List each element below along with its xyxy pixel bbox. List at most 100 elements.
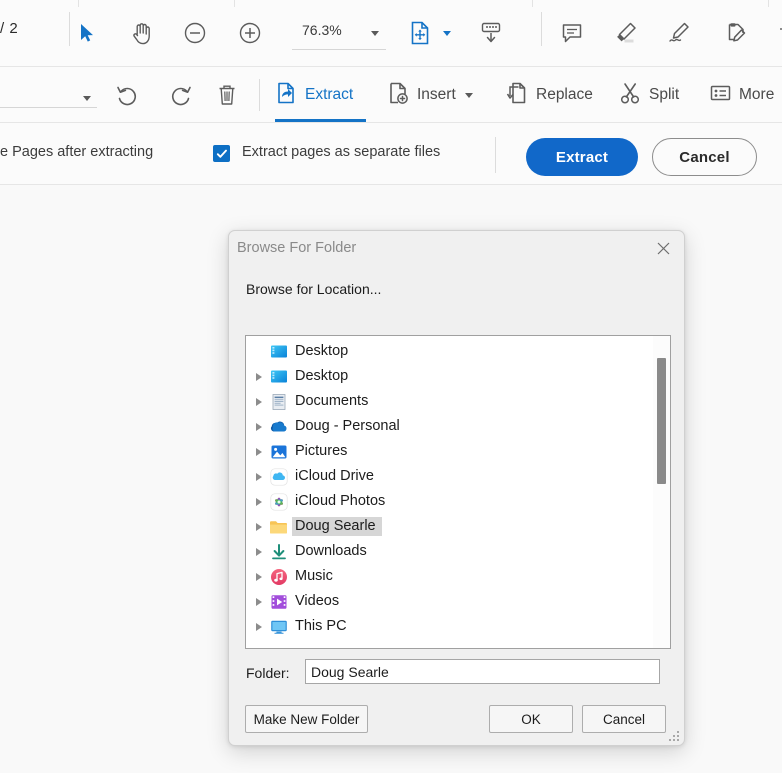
tree-item-label: Videos [295, 593, 340, 609]
more-list-icon [709, 83, 732, 108]
scissors-icon [619, 81, 642, 110]
comment-icon[interactable] [555, 16, 589, 50]
ok-button[interactable]: OK [489, 705, 573, 733]
tree-item-videos[interactable]: Videos [246, 589, 654, 614]
chevron-right-icon[interactable] [249, 514, 269, 539]
zoom-field-underline [292, 49, 386, 50]
browse-for-folder-dialog: Browse For Folder Browse for Location...… [228, 230, 685, 746]
tool-insert[interactable]: Insert [387, 77, 473, 113]
chevron-right-icon[interactable] [249, 464, 269, 489]
extract-separate-files-label[interactable]: Extract pages as separate files [242, 144, 440, 160]
tool-more[interactable]: More [709, 77, 774, 113]
icloud-drive-icon [269, 467, 288, 486]
this-pc-icon [269, 617, 288, 636]
chevron-right-icon[interactable] [249, 364, 269, 389]
tool-split[interactable]: Split [619, 77, 679, 113]
pictures-icon [269, 442, 288, 461]
tools-dropdown-caret-icon[interactable] [70, 81, 104, 115]
undo-icon[interactable] [111, 78, 145, 112]
tool-insert-label: Insert [417, 86, 456, 103]
chevron-right-icon[interactable] [249, 414, 269, 439]
toolbar-top-divider-1 [78, 0, 79, 7]
tree-item-label: Music [295, 568, 333, 584]
dialog-titlebar: Browse For Folder [229, 231, 684, 267]
cancel-button[interactable]: Cancel [652, 138, 757, 176]
chevron-right-icon[interactable] [249, 564, 269, 589]
dialog-cancel-button[interactable]: Cancel [582, 705, 666, 733]
scroll-mode-icon[interactable] [474, 16, 508, 50]
zoom-dropdown-caret-icon[interactable] [358, 16, 392, 50]
fill-and-sign-icon[interactable] [719, 16, 753, 50]
toolbar-overflow-icon[interactable] [768, 16, 782, 50]
chevron-right-icon[interactable] [249, 389, 269, 414]
tree-item-documents[interactable]: Documents [246, 389, 654, 414]
hand-tool-icon[interactable] [125, 16, 159, 50]
tree-item-pictures[interactable]: Pictures [246, 439, 654, 464]
tree-scrollbar[interactable] [652, 336, 670, 648]
options-separator [495, 137, 496, 173]
tree-item-music[interactable]: Music [246, 564, 654, 589]
tools-separator [259, 79, 260, 111]
videos-icon [269, 592, 288, 611]
folder-tree-panel[interactable]: Desktop Desktop Documents Doug - Personal Pi… [245, 335, 671, 649]
extract-separate-files-checkbox[interactable] [213, 145, 230, 162]
tree-item-this-pc[interactable]: This PC [246, 614, 654, 639]
redo-icon[interactable] [163, 78, 197, 112]
chevron-right-icon[interactable] [249, 589, 269, 614]
tool-more-label: More [739, 86, 775, 103]
tree-item-doug-personal[interactable]: Doug - Personal [246, 414, 654, 439]
tree-item-label: Downloads [295, 543, 367, 559]
dialog-resize-grip[interactable] [668, 730, 679, 741]
tool-split-label: Split [649, 86, 680, 103]
chevron-right-icon[interactable] [249, 439, 269, 464]
zoom-out-icon[interactable] [178, 16, 212, 50]
dialog-title: Browse For Folder [237, 240, 357, 256]
dialog-prompt: Browse for Location... [246, 281, 382, 297]
zoom-level-value[interactable]: 76.3% [302, 22, 342, 38]
tree-item-icloud-photos[interactable]: iCloud Photos [246, 489, 654, 514]
onedrive-cloud-icon [269, 417, 288, 436]
toolbar-top-divider-3 [532, 0, 533, 7]
tree-item-label: Desktop [295, 343, 349, 359]
tool-insert-caret-icon[interactable] [464, 92, 473, 98]
folder-icon [269, 517, 288, 536]
page-indicator: / 2 [0, 20, 19, 37]
extract-button[interactable]: Extract [526, 138, 638, 176]
tree-item-downloads[interactable]: Downloads [246, 539, 654, 564]
extract-page-icon [275, 81, 298, 110]
close-icon[interactable] [648, 235, 678, 261]
replace-page-icon [505, 81, 529, 110]
tree-scrollbar-thumb[interactable] [657, 358, 666, 484]
chevron-right-icon[interactable] [249, 489, 269, 514]
music-icon [269, 567, 288, 586]
toolbar-separator-2 [541, 12, 542, 46]
tree-item-desktop[interactable]: Desktop [246, 339, 654, 364]
delete-pages-option-label[interactable]: e Pages after extracting [0, 144, 153, 160]
fit-page-caret-icon[interactable] [430, 16, 464, 50]
insert-page-icon [387, 81, 410, 110]
toolbar-top-divider-2 [234, 0, 235, 7]
highlight-icon[interactable] [609, 16, 643, 50]
tree-item-label: Documents [295, 393, 369, 409]
tool-replace[interactable]: Replace [505, 77, 593, 113]
tree-item-doug-searle[interactable]: Doug Searle [246, 514, 654, 539]
tree-item-icloud-drive[interactable]: iCloud Drive [246, 464, 654, 489]
tree-item-desktop[interactable]: Desktop [246, 364, 654, 389]
delete-icon[interactable] [210, 78, 244, 112]
chevron-right-icon[interactable] [249, 539, 269, 564]
make-new-folder-button[interactable]: Make New Folder [245, 705, 368, 733]
tree-item-label: Doug Searle [292, 517, 382, 536]
zoom-in-icon[interactable] [233, 16, 267, 50]
tool-extract[interactable]: Extract [275, 77, 353, 113]
application-root: / 2 76.3% Extract Insert Replace Split M… [0, 0, 782, 773]
checkmark-icon [216, 149, 227, 158]
folder-name-input[interactable] [305, 659, 660, 684]
desktop-icon [269, 342, 288, 361]
chevron-right-icon[interactable] [249, 614, 269, 639]
tree-item-label: iCloud Drive [295, 468, 374, 484]
select-tool-icon[interactable] [70, 16, 104, 50]
extract-options-bar: e Pages after extracting Extract pages a… [0, 123, 782, 185]
folder-field-label: Folder: [246, 665, 290, 681]
sign-icon[interactable] [663, 16, 697, 50]
tool-extract-active-underline [275, 119, 366, 122]
